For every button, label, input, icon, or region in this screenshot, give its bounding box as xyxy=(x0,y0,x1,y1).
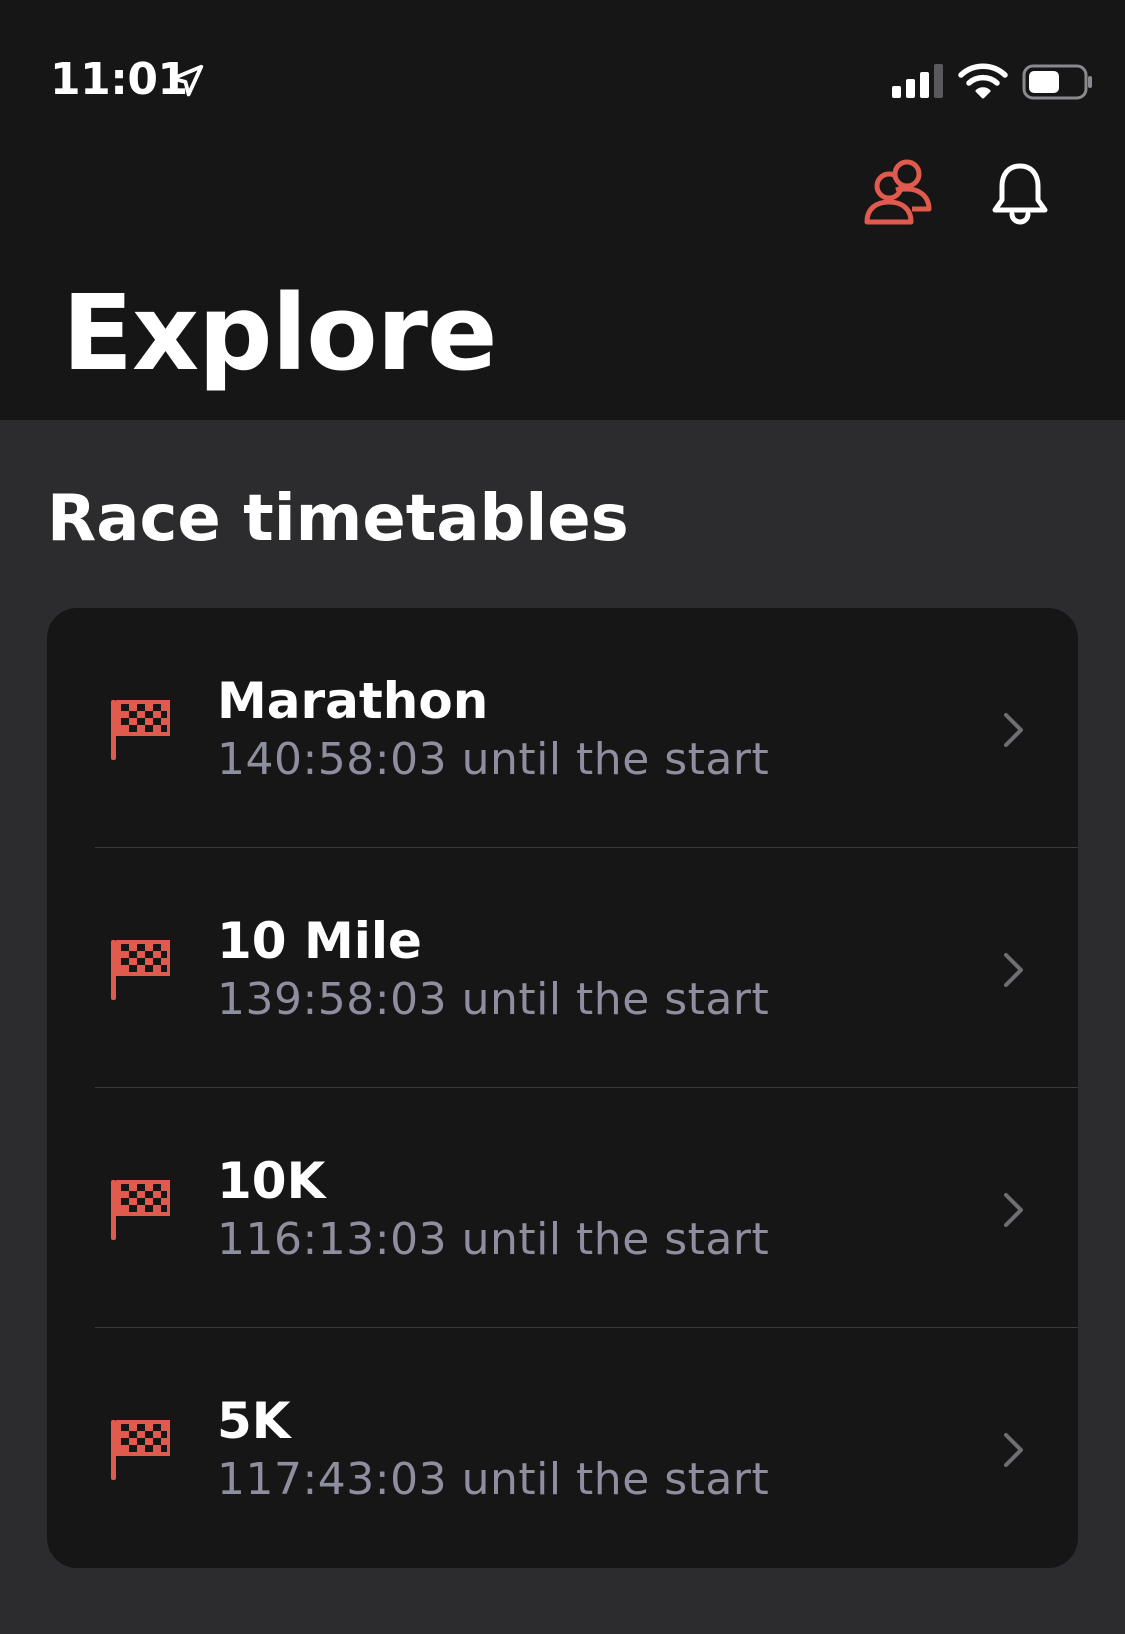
bell-icon[interactable] xyxy=(990,162,1050,226)
race-row-5k[interactable]: 5K 117:43:03 until the start xyxy=(47,1328,1078,1568)
race-name: 10K xyxy=(217,1152,326,1210)
race-row-10k[interactable]: 10K 116:13:03 until the start xyxy=(47,1088,1078,1328)
chevron-right-icon xyxy=(1004,713,1023,747)
page-title: Explore xyxy=(62,272,497,394)
status-bar: 11:01 xyxy=(0,0,1125,140)
race-name: 10 Mile xyxy=(217,912,422,970)
race-row-10-mile[interactable]: 10 Mile 139:58:03 until the start xyxy=(47,848,1078,1088)
friends-icon[interactable] xyxy=(862,156,936,230)
battery-icon xyxy=(1022,64,1092,100)
header-actions xyxy=(0,150,1125,240)
race-countdown: 117:43:03 until the start xyxy=(217,1454,770,1505)
checkered-flag-icon xyxy=(111,1420,170,1480)
race-name: 5K xyxy=(217,1392,291,1450)
race-timetables-list: Marathon 140:58:03 until the start 10 Mi… xyxy=(47,608,1078,1568)
checkered-flag-icon xyxy=(111,700,170,760)
race-countdown: 116:13:03 until the start xyxy=(217,1214,770,1265)
status-time: 11:01 xyxy=(50,54,188,105)
race-row-marathon[interactable]: Marathon 140:58:03 until the start xyxy=(47,608,1078,848)
chevron-right-icon xyxy=(1004,1433,1023,1467)
section-title: Race timetables xyxy=(47,482,629,556)
location-arrow-icon xyxy=(170,64,204,97)
wifi-icon xyxy=(958,63,1008,99)
race-countdown: 140:58:03 until the start xyxy=(217,734,770,785)
chevron-right-icon xyxy=(1004,953,1023,987)
race-name: Marathon xyxy=(217,672,489,730)
cellular-signal-icon xyxy=(892,64,943,98)
chevron-right-icon xyxy=(1004,1193,1023,1227)
checkered-flag-icon xyxy=(111,1180,170,1240)
top-bar: 11:01 Explore xyxy=(0,0,1125,420)
race-countdown: 139:58:03 until the start xyxy=(217,974,770,1025)
checkered-flag-icon xyxy=(111,940,170,1000)
